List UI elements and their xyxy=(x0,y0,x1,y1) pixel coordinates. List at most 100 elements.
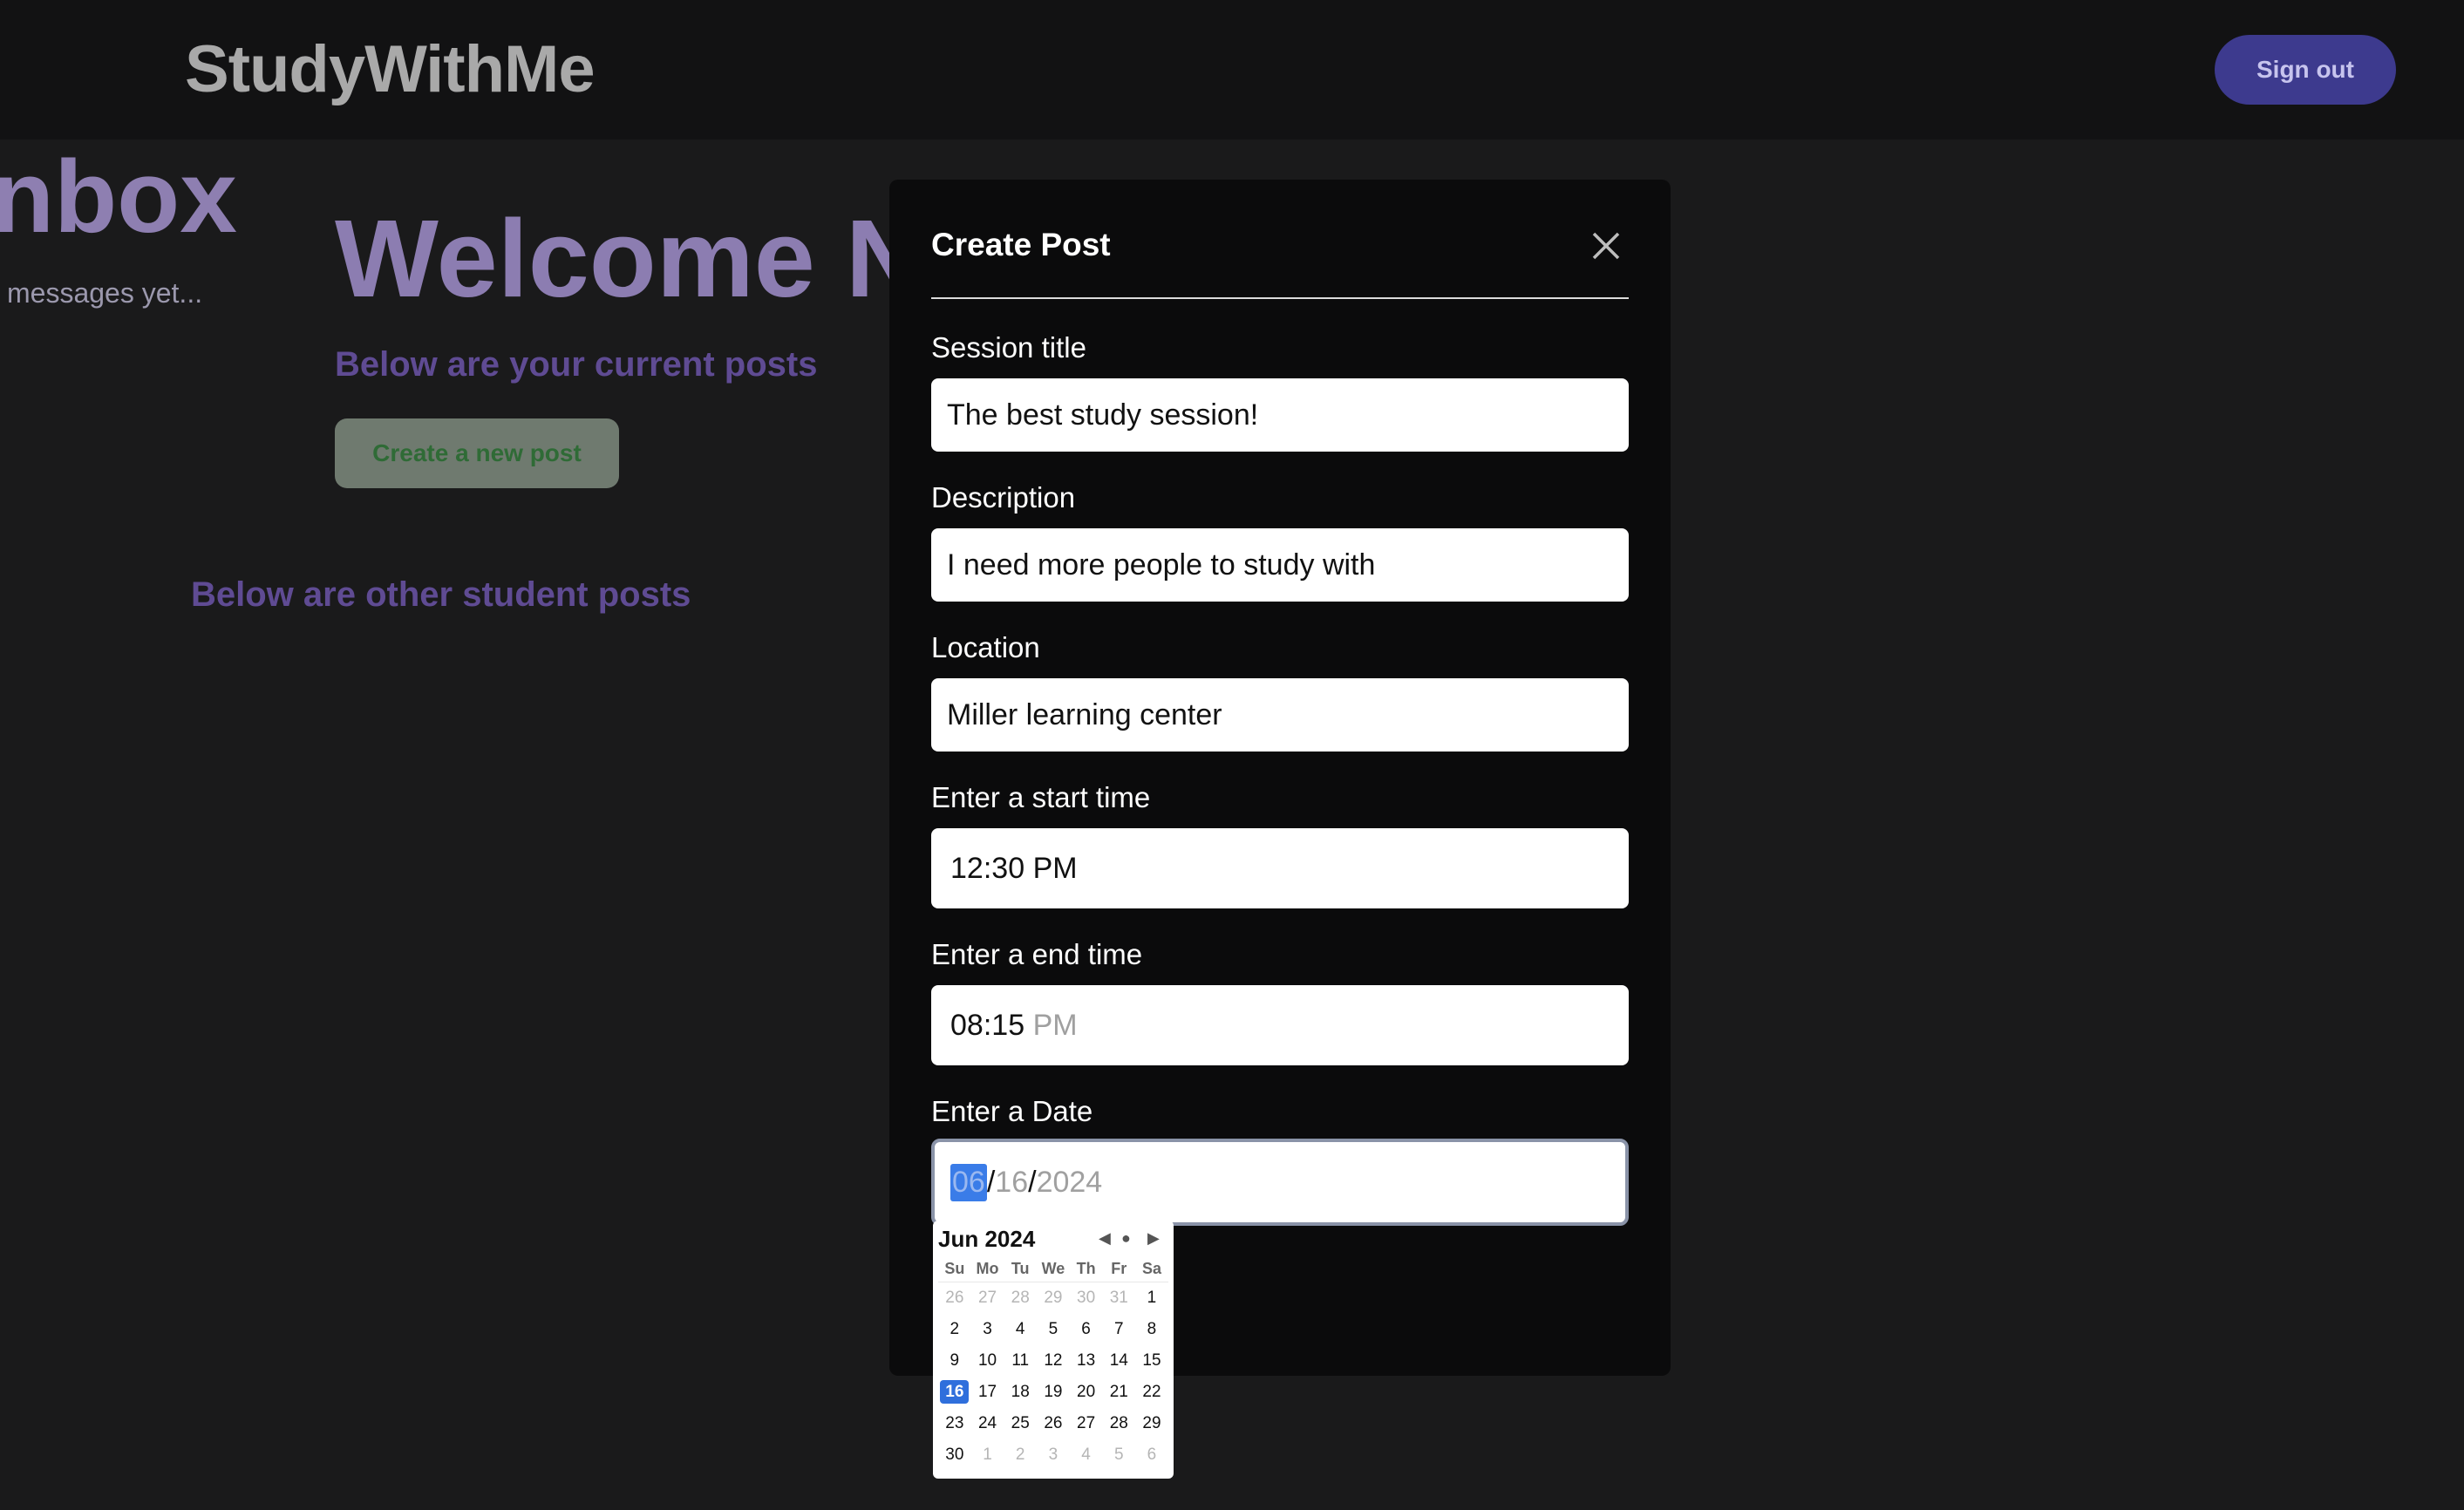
close-icon[interactable] xyxy=(1587,227,1625,265)
next-month-icon[interactable]: ▶ xyxy=(1147,1229,1160,1248)
location-label: Location xyxy=(931,631,1040,663)
calendar-day-label: 27 xyxy=(977,1289,997,1307)
date-input[interactable]: 06/16/2024 xyxy=(931,1139,1629,1226)
other-posts-heading: Below are other student posts xyxy=(191,575,691,614)
calendar-day[interactable]: 6 xyxy=(1135,1445,1168,1465)
calendar-day[interactable]: 30 xyxy=(1070,1289,1103,1308)
calendar-day-label: 25 xyxy=(1011,1414,1030,1432)
calendar-week-row: 16 17 18 19 20 21 22 xyxy=(938,1377,1168,1408)
calendar-day-label: 2 xyxy=(950,1320,960,1338)
calendar-day-label: 3 xyxy=(983,1320,992,1338)
start-ampm[interactable]: PM xyxy=(1033,852,1078,886)
calendar-day[interactable]: 5 xyxy=(1102,1445,1135,1465)
calendar-day[interactable]: 16 xyxy=(938,1380,971,1404)
calendar-day-label: 17 xyxy=(977,1383,997,1401)
calendar-day-label: 6 xyxy=(1147,1445,1157,1464)
calendar-day[interactable]: 25 xyxy=(1004,1414,1037,1433)
calendar-day[interactable]: 19 xyxy=(1037,1383,1070,1402)
calendar-day[interactable]: 26 xyxy=(938,1289,971,1308)
calendar-day[interactable]: 2 xyxy=(1004,1445,1037,1465)
calendar-day[interactable]: 11 xyxy=(1004,1351,1037,1371)
calendar-day[interactable]: 24 xyxy=(971,1414,1004,1433)
calendar-day[interactable]: 27 xyxy=(1070,1414,1103,1433)
calendar-day-label: 18 xyxy=(1011,1383,1030,1401)
calendar-day[interactable]: 21 xyxy=(1102,1383,1135,1402)
date-label: Enter a Date xyxy=(931,1095,1093,1127)
calendar-day[interactable]: 9 xyxy=(938,1351,971,1371)
calendar-day[interactable]: 22 xyxy=(1135,1383,1168,1402)
location-input[interactable]: Miller learning center xyxy=(931,678,1629,752)
calendar-day[interactable]: 10 xyxy=(971,1351,1004,1371)
calendar-day-label: 21 xyxy=(1109,1383,1128,1401)
calendar-day[interactable]: 1 xyxy=(971,1445,1004,1465)
calendar-day[interactable]: 4 xyxy=(1004,1320,1037,1339)
calendar-day-label: 28 xyxy=(1011,1289,1030,1307)
date-year[interactable]: 2024 xyxy=(1037,1166,1103,1200)
end-minute[interactable]: 15 xyxy=(991,1009,1024,1043)
today-dot-icon[interactable]: ● xyxy=(1121,1229,1131,1248)
current-posts-heading: Below are your current posts xyxy=(335,345,818,384)
calendar-day-label: 12 xyxy=(1044,1351,1063,1370)
calendar-day[interactable]: 14 xyxy=(1102,1351,1135,1371)
welcome-heading: Welcome N xyxy=(335,197,925,320)
start-time-input[interactable]: 12:30 PM xyxy=(931,828,1629,908)
calendar-day[interactable]: 17 xyxy=(971,1383,1004,1402)
calendar-week-row: 23 24 25 26 27 28 29 xyxy=(938,1408,1168,1439)
weekday-header: Sa xyxy=(1141,1259,1161,1277)
weekday-header: Tu xyxy=(1011,1259,1030,1277)
create-post-button[interactable]: Create a new post xyxy=(335,418,619,488)
calendar-day-label: 19 xyxy=(1044,1383,1063,1401)
calendar-day-label: 6 xyxy=(1081,1320,1091,1338)
calendar-day-label: 13 xyxy=(1077,1351,1096,1370)
start-hour[interactable]: 12 xyxy=(950,852,984,886)
calendar-day[interactable]: 30 xyxy=(938,1445,971,1465)
description-label: Description xyxy=(931,481,1076,514)
start-minute[interactable]: 30 xyxy=(991,852,1024,886)
calendar-day[interactable]: 29 xyxy=(1135,1414,1168,1433)
calendar-day[interactable]: 28 xyxy=(1102,1414,1135,1433)
calendar-weekday-row: Su Mo Tu We Th Fr Sa xyxy=(938,1255,1168,1282)
inbox-empty-text: messages yet... xyxy=(7,277,203,309)
calendar-day[interactable]: 28 xyxy=(1004,1289,1037,1308)
weekday-header: We xyxy=(1041,1259,1065,1277)
description-input[interactable]: I need more people to study with xyxy=(931,528,1629,602)
calendar-day[interactable]: 5 xyxy=(1037,1320,1070,1339)
date-month[interactable]: 06 xyxy=(950,1163,987,1201)
calendar-day[interactable]: 8 xyxy=(1135,1320,1168,1339)
calendar-day[interactable]: 3 xyxy=(971,1320,1004,1339)
modal-title: Create Post xyxy=(931,227,1111,262)
prev-month-icon[interactable]: ◀ xyxy=(1099,1229,1111,1248)
calendar-day[interactable]: 3 xyxy=(1037,1445,1070,1465)
calendar-day-label: 1 xyxy=(983,1445,992,1464)
date-day[interactable]: 16 xyxy=(995,1166,1028,1200)
brand-logo[interactable]: StudyWithMe xyxy=(185,31,596,107)
calendar-week-row: 9 10 11 12 13 14 15 xyxy=(938,1345,1168,1377)
calendar-day-label: 30 xyxy=(945,1445,964,1464)
end-time-input[interactable]: 08:15 PM xyxy=(931,985,1629,1065)
calendar-week-row: 30 1 2 3 4 5 6 xyxy=(938,1439,1168,1471)
calendar-day[interactable]: 31 xyxy=(1102,1289,1135,1308)
calendar-day-label: 20 xyxy=(1077,1383,1096,1401)
calendar-day[interactable]: 12 xyxy=(1037,1351,1070,1371)
date-picker-popup: Jun 2024 ◀ ● ▶ Su Mo Tu We Th Fr Sa 26 27 28 29 30 3… xyxy=(933,1221,1174,1479)
end-ampm[interactable]: PM xyxy=(1033,1009,1078,1043)
calendar-day-label: 29 xyxy=(1044,1289,1063,1307)
calendar-day[interactable]: 29 xyxy=(1037,1289,1070,1308)
calendar-day[interactable]: 15 xyxy=(1135,1351,1168,1371)
calendar-day[interactable]: 18 xyxy=(1004,1383,1037,1402)
calendar-day[interactable]: 23 xyxy=(938,1414,971,1433)
calendar-day[interactable]: 13 xyxy=(1070,1351,1103,1371)
calendar-day[interactable]: 20 xyxy=(1070,1383,1103,1402)
session-title-input[interactable]: The best study session! xyxy=(931,378,1629,452)
calendar-day[interactable]: 4 xyxy=(1070,1445,1103,1465)
calendar-day-label: 29 xyxy=(1142,1414,1161,1432)
calendar-day[interactable]: 27 xyxy=(971,1289,1004,1308)
calendar-day[interactable]: 26 xyxy=(1037,1414,1070,1433)
calendar-grid: Su Mo Tu We Th Fr Sa 26 27 28 29 30 31 1 2 3 4 5 6 7 8 9 10 11 1… xyxy=(938,1255,1168,1471)
end-hour[interactable]: 08 xyxy=(950,1009,984,1043)
sign-out-button[interactable]: Sign out xyxy=(2215,35,2396,105)
calendar-day[interactable]: 2 xyxy=(938,1320,971,1339)
calendar-day[interactable]: 6 xyxy=(1070,1320,1103,1339)
calendar-day[interactable]: 1 xyxy=(1135,1289,1168,1308)
calendar-day[interactable]: 7 xyxy=(1102,1320,1135,1339)
